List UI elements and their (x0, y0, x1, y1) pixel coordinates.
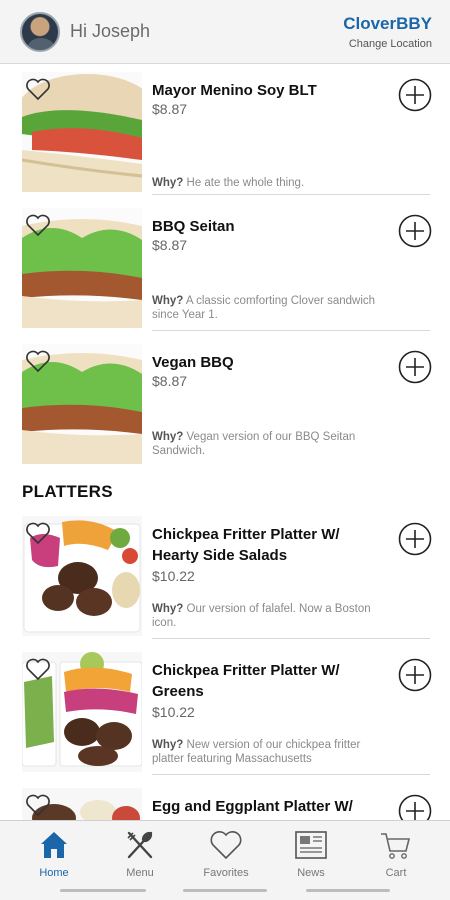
item-why: Why? Our version of falafel. Now a Bosto… (152, 602, 392, 630)
why-label: Why? (152, 603, 184, 615)
menu-item[interactable]: BBQ Seitan $8.87 Why? A classic comforti… (0, 204, 450, 340)
favorite-heart-icon[interactable] (25, 77, 51, 101)
gesture-bar (183, 889, 267, 892)
favorite-heart-icon[interactable] (25, 521, 51, 545)
item-why: Why? Vegan version of our BBQ Seitan San… (152, 430, 392, 458)
nav-cart[interactable]: Cart (351, 829, 441, 879)
bottom-nav: Home Menu Favorites News Cart (0, 820, 450, 900)
menu-item[interactable]: Chickpea Fritter Platter W/ Greens $10.2… (0, 648, 450, 784)
nav-label: Cart (385, 867, 407, 879)
gesture-bar (60, 889, 146, 892)
add-to-cart-icon[interactable] (398, 78, 432, 112)
store-name[interactable]: CloverBBY (343, 14, 432, 34)
why-text: Our version of falafel. Now a Boston ico… (152, 603, 371, 629)
change-location-link[interactable]: Change Location (343, 38, 432, 50)
item-name[interactable]: Chickpea Fritter Platter W/ Hearty Side … (152, 524, 382, 566)
why-label: Why? (152, 295, 184, 307)
item-price: $10.22 (152, 704, 195, 720)
item-name[interactable]: BBQ Seitan (152, 216, 382, 237)
divider (152, 194, 430, 195)
item-why: Why? He ate the whole thing. (152, 176, 392, 190)
why-label: Why? (152, 739, 184, 751)
why-label: Why? (152, 177, 184, 189)
nav-favorites[interactable]: Favorites (181, 829, 271, 879)
fork-knife-icon (127, 831, 153, 859)
nav-menu[interactable]: Menu (95, 829, 185, 879)
why-text: He ate the whole thing. (186, 177, 305, 189)
divider (152, 774, 430, 775)
item-name[interactable]: Egg and Eggplant Platter W/ Hearty Side … (152, 796, 382, 820)
why-label: Why? (152, 431, 184, 443)
add-to-cart-icon[interactable] (398, 658, 432, 692)
item-why: Why? A classic comforting Clover sandwic… (152, 294, 392, 322)
app-header: Hi Joseph CloverBBY Change Location (0, 0, 450, 64)
add-to-cart-icon[interactable] (398, 214, 432, 248)
add-to-cart-icon[interactable] (398, 794, 432, 820)
favorite-heart-icon[interactable] (25, 349, 51, 373)
avatar[interactable] (20, 11, 60, 52)
cart-icon (381, 833, 411, 859)
nav-news[interactable]: News (266, 829, 356, 879)
item-price: $10.22 (152, 568, 195, 584)
store-selector[interactable]: CloverBBY Change Location (343, 14, 432, 50)
item-name[interactable]: Mayor Menino Soy BLT (152, 80, 382, 101)
add-to-cart-icon[interactable] (398, 350, 432, 384)
favorite-heart-icon[interactable] (25, 213, 51, 237)
item-name[interactable]: Chickpea Fritter Platter W/ Greens (152, 660, 382, 702)
home-icon (41, 832, 67, 858)
nav-label: Favorites (203, 867, 249, 879)
item-price: $8.87 (152, 237, 188, 253)
nav-label: Home (39, 867, 69, 879)
newspaper-icon (295, 831, 327, 859)
item-price: $8.87 (152, 101, 188, 117)
item-name[interactable]: Vegan BBQ (152, 352, 382, 373)
add-to-cart-icon[interactable] (398, 522, 432, 556)
nav-home[interactable]: Home (9, 829, 99, 879)
divider (152, 638, 430, 639)
why-text: New version of our chickpea fritter plat… (152, 739, 361, 765)
menu-list[interactable]: Mayor Menino Soy BLT $8.87 Why? He ate t… (0, 64, 450, 820)
divider (152, 330, 430, 331)
menu-item[interactable]: Mayor Menino Soy BLT $8.87 Why? He ate t… (0, 68, 450, 204)
menu-item[interactable]: Vegan BBQ $8.87 Why? Vegan version of ou… (0, 340, 450, 476)
nav-label: News (297, 867, 325, 879)
why-text: A classic comforting Clover sandwich sin… (152, 295, 376, 321)
menu-item[interactable]: Chickpea Fritter Platter W/ Hearty Side … (0, 512, 450, 648)
gesture-bar (306, 889, 390, 892)
favorite-heart-icon[interactable] (25, 657, 51, 681)
menu-item[interactable]: Egg and Eggplant Platter W/ Hearty Side … (0, 784, 450, 820)
item-price: $8.87 (152, 373, 188, 389)
item-why: Why? New version of our chickpea fritter… (152, 738, 392, 766)
section-title-platters: PLATTERS (22, 482, 113, 501)
greeting-text: Hi Joseph (70, 21, 151, 41)
why-text: Vegan version of our BBQ Seitan Sandwich… (152, 431, 356, 457)
heart-icon (210, 831, 242, 860)
nav-label: Menu (126, 867, 154, 879)
favorite-heart-icon[interactable] (25, 793, 51, 817)
